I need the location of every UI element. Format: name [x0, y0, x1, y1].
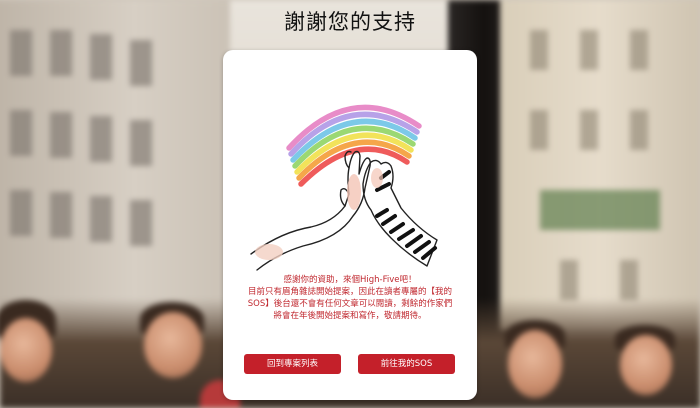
- message-line: 目前只有眉角雜誌開始提案，因此在讀者專屬的【我的: [247, 287, 452, 297]
- page-title: 謝謝您的支持: [284, 10, 416, 34]
- message-line: SOS】後台還不會有任何文章可以閱讀，剩餘的作家們: [247, 299, 453, 309]
- message-line: 感謝你的資助，來個High-Five吧！: [283, 275, 417, 285]
- go-to-my-sos-button[interactable]: 前往我的SOS: [358, 354, 455, 374]
- message-line: 將會在年後開始提案和寫作，敬請期待。: [273, 311, 427, 321]
- stripes-icon: [375, 170, 437, 260]
- back-to-projects-button[interactable]: 回到專案列表: [244, 354, 341, 374]
- thank-you-card: 感謝你的資助，來個High-Five吧！ 目前只有眉角雜誌開始提案，因此在讀者專…: [223, 50, 477, 400]
- thank-you-message: 感謝你的資助，來個High-Five吧！ 目前只有眉角雜誌開始提案，因此在讀者專…: [237, 274, 463, 322]
- page: 謝謝您的支持 感謝你的資助，來個High-Five吧！ 目前只有眉角雜誌開始提案…: [0, 0, 700, 408]
- rainbow-icon: [286, 104, 422, 187]
- rainbow-high-five-illustration: [250, 104, 438, 271]
